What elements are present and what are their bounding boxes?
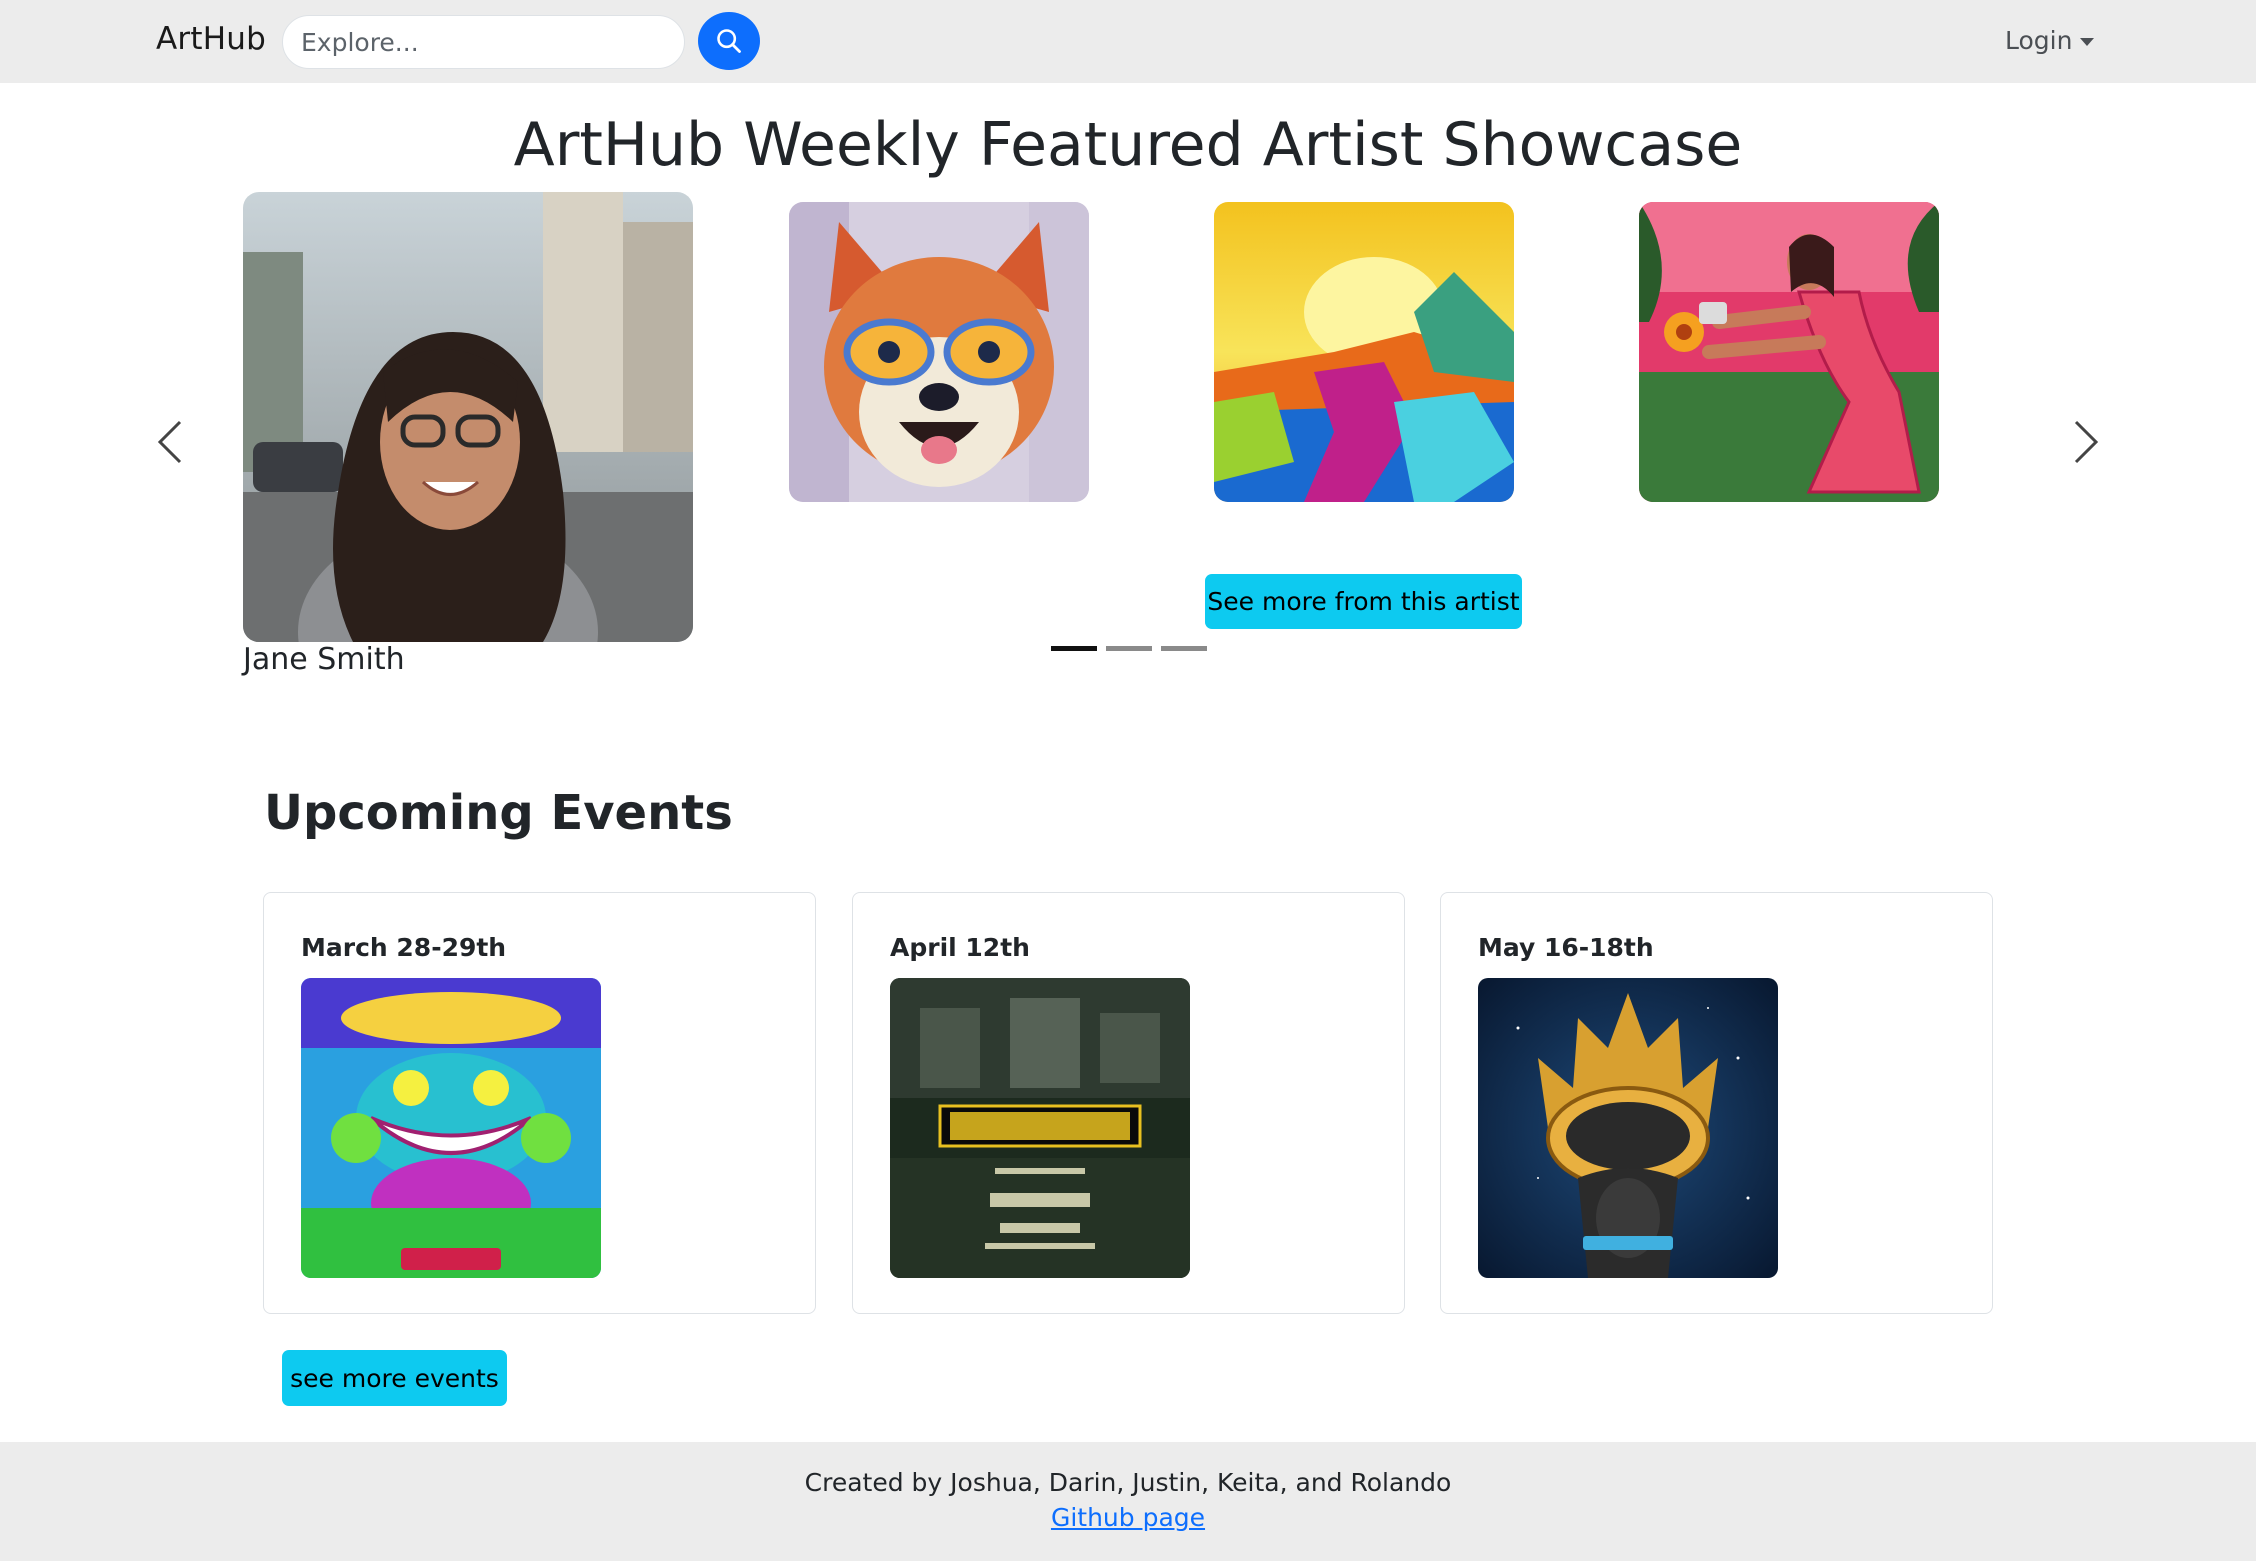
showcase-title: ArtHub Weekly Featured Artist Showcase — [513, 110, 1743, 180]
abstract-landscape-painting[interactable] — [1214, 202, 1514, 502]
caret-down-icon — [2080, 37, 2095, 46]
edc-las-vegas-poster[interactable] — [1478, 978, 1778, 1278]
navbar: ArtHub Login — [0, 0, 2256, 83]
artist-name: Jane Smith — [243, 642, 405, 677]
carousel-indicator-2[interactable] — [1106, 646, 1152, 651]
event-card[interactable]: March 28-29th — [263, 892, 816, 1314]
chevron-left-icon[interactable] — [150, 418, 190, 466]
footer: Created by Joshua, Darin, Justin, Keita,… — [0, 1442, 2256, 1561]
see-more-events-button[interactable]: see more events — [282, 1350, 507, 1406]
carousel-indicator-3[interactable] — [1161, 646, 1207, 651]
woman-garden-painting[interactable] — [1639, 202, 1939, 502]
event-date: May 16-18th — [1478, 933, 1654, 962]
beyond-wonderland-poster[interactable] — [301, 978, 601, 1278]
carousel-indicator-1[interactable] — [1051, 646, 1097, 651]
login-dropdown[interactable]: Login — [2005, 26, 2095, 55]
carousel-indicators — [1051, 646, 1207, 651]
shiba-dog-painting[interactable] — [789, 202, 1089, 502]
brand-logo[interactable]: ArtHub — [156, 21, 266, 57]
search-button[interactable] — [698, 12, 760, 70]
github-link[interactable]: Github page — [1051, 1503, 1205, 1532]
search-icon — [717, 29, 741, 53]
event-date: March 28-29th — [301, 933, 507, 962]
event-card[interactable]: May 16-18th — [1440, 892, 1993, 1314]
search-input[interactable] — [282, 15, 685, 69]
artist-photo — [243, 192, 693, 642]
see-more-artist-button[interactable]: See more from this artist — [1205, 574, 1522, 629]
footer-credit: Created by Joshua, Darin, Justin, Keita,… — [804, 1468, 1452, 1497]
events-title: Upcoming Events — [264, 785, 733, 841]
chevron-right-icon[interactable] — [2066, 418, 2106, 466]
event-card[interactable]: April 12th — [852, 892, 1405, 1314]
get-cranked-poster[interactable] — [890, 978, 1190, 1278]
login-label: Login — [2005, 26, 2073, 55]
event-date: April 12th — [890, 933, 1030, 962]
